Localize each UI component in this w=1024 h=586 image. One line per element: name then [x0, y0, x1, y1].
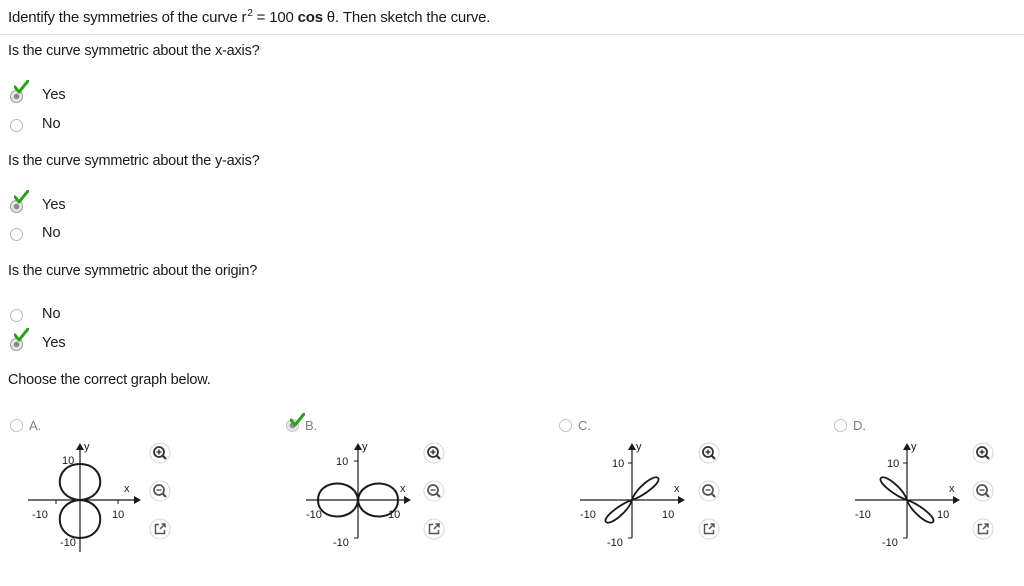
q1-label-no: No: [42, 116, 61, 132]
popout-icon[interactable]: [423, 518, 445, 540]
graph-option-b[interactable]: B.: [286, 413, 318, 434]
popout-icon[interactable]: [698, 518, 720, 540]
y-axis-label: y: [362, 441, 368, 453]
x-axis-label: x: [124, 483, 130, 495]
graph-letter-b: B.: [305, 417, 318, 433]
q2-label-yes: Yes: [42, 197, 66, 213]
tick-neg-x: -10: [306, 509, 322, 521]
check-icon: [14, 80, 29, 94]
graph-question: Choose the correct graph below.: [8, 372, 211, 388]
prompt-prefix: Identify the symmetries of the curve r: [8, 9, 247, 26]
tick-pos-x: 10: [937, 509, 949, 521]
problem-statement: Identify the symmetries of the curve r2 …: [8, 8, 490, 26]
zoom-out-icon[interactable]: [972, 480, 994, 502]
graph-radio-a[interactable]: [10, 418, 23, 432]
tick-neg-x: -10: [32, 509, 48, 521]
graph-radio-d[interactable]: [834, 418, 847, 432]
graph-radio-c[interactable]: [559, 418, 572, 432]
tick-neg-y: -10: [882, 537, 898, 549]
tick-neg-y: -10: [60, 537, 76, 549]
tick-neg-y: -10: [333, 537, 349, 549]
tick-neg-x: -10: [855, 509, 871, 521]
question-y-axis: Is the curve symmetric about the y-axis?: [8, 153, 260, 169]
q3-label-no: No: [42, 306, 61, 322]
x-axis-label: x: [400, 483, 406, 495]
tick-pos-y: 10: [62, 455, 74, 467]
zoom-in-icon[interactable]: [972, 442, 994, 464]
tick-pos-y: 10: [887, 458, 899, 470]
graph-letter-c: C.: [578, 417, 591, 433]
question-x-axis: Is the curve symmetric about the x-axis?: [8, 43, 260, 59]
graph-c: y x 10 -10 -10 10: [574, 434, 704, 554]
q1-option-no[interactable]: No: [10, 115, 61, 135]
y-axis-label: y: [636, 441, 642, 453]
q2-option-no[interactable]: No: [10, 224, 61, 244]
tick-pos-x: 10: [662, 509, 674, 521]
divider: [0, 34, 1024, 35]
check-icon: [290, 413, 305, 427]
zoom-out-icon[interactable]: [423, 480, 445, 502]
q2-label-no: No: [42, 225, 61, 241]
graph-option-c[interactable]: C.: [559, 416, 591, 434]
graph-letter-d: D.: [853, 417, 866, 433]
graph-d: y x 10 -10 -10 10: [849, 434, 979, 554]
x-axis-label: x: [949, 483, 955, 495]
q3-option-yes[interactable]: Yes: [10, 328, 66, 354]
prompt-middle: = 100: [252, 9, 298, 26]
graph-b: y x 10 -10 -10 10: [300, 434, 430, 554]
tick-neg-x: -10: [580, 509, 596, 521]
tick-pos-y: 10: [612, 458, 624, 470]
q2-option-yes[interactable]: Yes: [10, 190, 66, 216]
zoom-in-icon[interactable]: [423, 442, 445, 464]
q2-radio-no[interactable]: [10, 227, 23, 241]
y-axis-label: y: [84, 441, 90, 453]
q3-label-yes: Yes: [42, 335, 66, 351]
graph-option-d[interactable]: D.: [834, 416, 866, 434]
popout-icon[interactable]: [972, 518, 994, 540]
q1-radio-no[interactable]: [10, 118, 23, 132]
q3-radio-no[interactable]: [10, 308, 23, 322]
tick-pos-x: 10: [388, 509, 400, 521]
graph-option-a[interactable]: A.: [10, 416, 41, 434]
check-icon: [14, 190, 29, 204]
graph-a: y x 10 -10 -10 10: [22, 434, 152, 554]
q1-label-yes: Yes: [42, 87, 66, 103]
zoom-in-icon[interactable]: [149, 442, 171, 464]
zoom-out-icon[interactable]: [698, 480, 720, 502]
zoom-in-icon[interactable]: [698, 442, 720, 464]
prompt-suffix: θ. Then sketch the curve.: [322, 9, 491, 26]
prompt-cos: cos: [297, 9, 323, 26]
tick-pos-y: 10: [336, 456, 348, 468]
y-axis-label: y: [911, 441, 917, 453]
q3-option-no[interactable]: No: [10, 305, 61, 325]
x-axis-label: x: [674, 483, 680, 495]
popout-icon[interactable]: [149, 518, 171, 540]
q1-option-yes[interactable]: Yes: [10, 80, 66, 106]
graph-letter-a: A.: [29, 417, 42, 433]
tick-pos-x: 10: [112, 509, 124, 521]
check-icon: [14, 328, 29, 342]
tick-neg-y: -10: [607, 537, 623, 549]
question-origin: Is the curve symmetric about the origin?: [8, 263, 258, 279]
zoom-out-icon[interactable]: [149, 480, 171, 502]
